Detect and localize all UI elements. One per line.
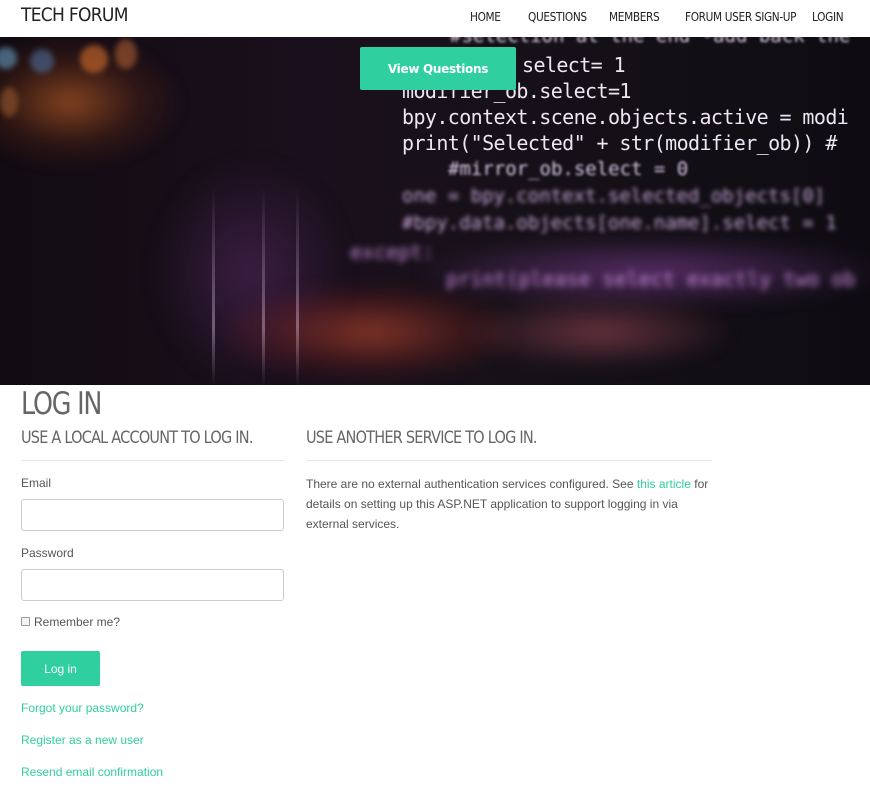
hero-code-line: print(please select exactly two ob <box>446 267 856 291</box>
hero-light-beam <box>212 187 215 385</box>
hero-light-beam <box>296 187 299 385</box>
external-login-text-before: There are no external authentication ser… <box>306 477 637 491</box>
hero-code-line: #bpy.data.objects[one.name].select = 1 <box>402 212 837 234</box>
external-login-divider <box>306 460 712 461</box>
hero-glow-pink <box>470 297 730 367</box>
hero-code-line: bpy.context.scene.objects.active = modi <box>402 105 849 129</box>
register-new-user-link[interactable]: Register as a new user <box>21 733 144 747</box>
external-login-heading: USE ANOTHER SERVICE TO LOG IN. <box>306 428 537 448</box>
hero-bokeh <box>30 49 54 73</box>
page-title: LOG IN <box>21 386 102 422</box>
password-label: Password <box>21 546 74 560</box>
email-label: Email <box>21 476 52 490</box>
hero-bokeh <box>0 87 18 117</box>
external-login-message: There are no external authentication ser… <box>306 474 716 534</box>
password-field[interactable] <box>21 569 284 601</box>
local-login-divider <box>21 460 284 461</box>
log-in-button[interactable]: Log in <box>21 651 100 686</box>
hero-code-line: except: <box>350 240 435 264</box>
resend-email-confirmation-link[interactable]: Resend email confirmation <box>21 765 163 779</box>
hero-code-line: #selection at the end -add back the <box>450 37 850 47</box>
nav-item-members[interactable]: MEMBERS <box>609 10 660 24</box>
nav-item-forum-user-sign-up[interactable]: FORUM USER SIGN-UP <box>685 10 797 24</box>
forgot-password-link[interactable]: Forgot your password? <box>21 701 144 715</box>
nav-item-login[interactable]: LOGIN <box>812 10 844 24</box>
hero-code-line: select= 1 <box>522 53 626 77</box>
nav-item-questions[interactable]: QUESTIONS <box>528 10 587 24</box>
hero-bokeh <box>115 39 137 69</box>
remember-me-checkbox[interactable] <box>21 617 30 626</box>
nav-item-home[interactable]: HOME <box>470 10 501 24</box>
hero-code-line: print("Selected" + str(modifier_ob)) # <box>402 131 837 155</box>
navbar: TECH FORUM HOME QUESTIONS MEMBERS FORUM … <box>0 0 870 37</box>
this-article-link[interactable]: this article <box>637 477 691 491</box>
email-field[interactable] <box>21 499 284 531</box>
hero-light-beam <box>262 187 265 385</box>
brand-logo-text[interactable]: TECH FORUM <box>21 4 128 26</box>
hero-code-line: #mirror_ob.select = 0 <box>448 158 689 180</box>
local-login-heading: USE A LOCAL ACCOUNT TO LOG IN. <box>21 428 253 448</box>
hero-bokeh <box>80 45 108 73</box>
remember-me-label[interactable]: Remember me? <box>34 615 120 629</box>
hero-banner: #selection at the end -add back the sele… <box>0 37 870 385</box>
view-questions-button[interactable]: View Questions <box>360 47 516 90</box>
hero-code-line: one = bpy.context.selected_objects[0] <box>402 185 826 207</box>
